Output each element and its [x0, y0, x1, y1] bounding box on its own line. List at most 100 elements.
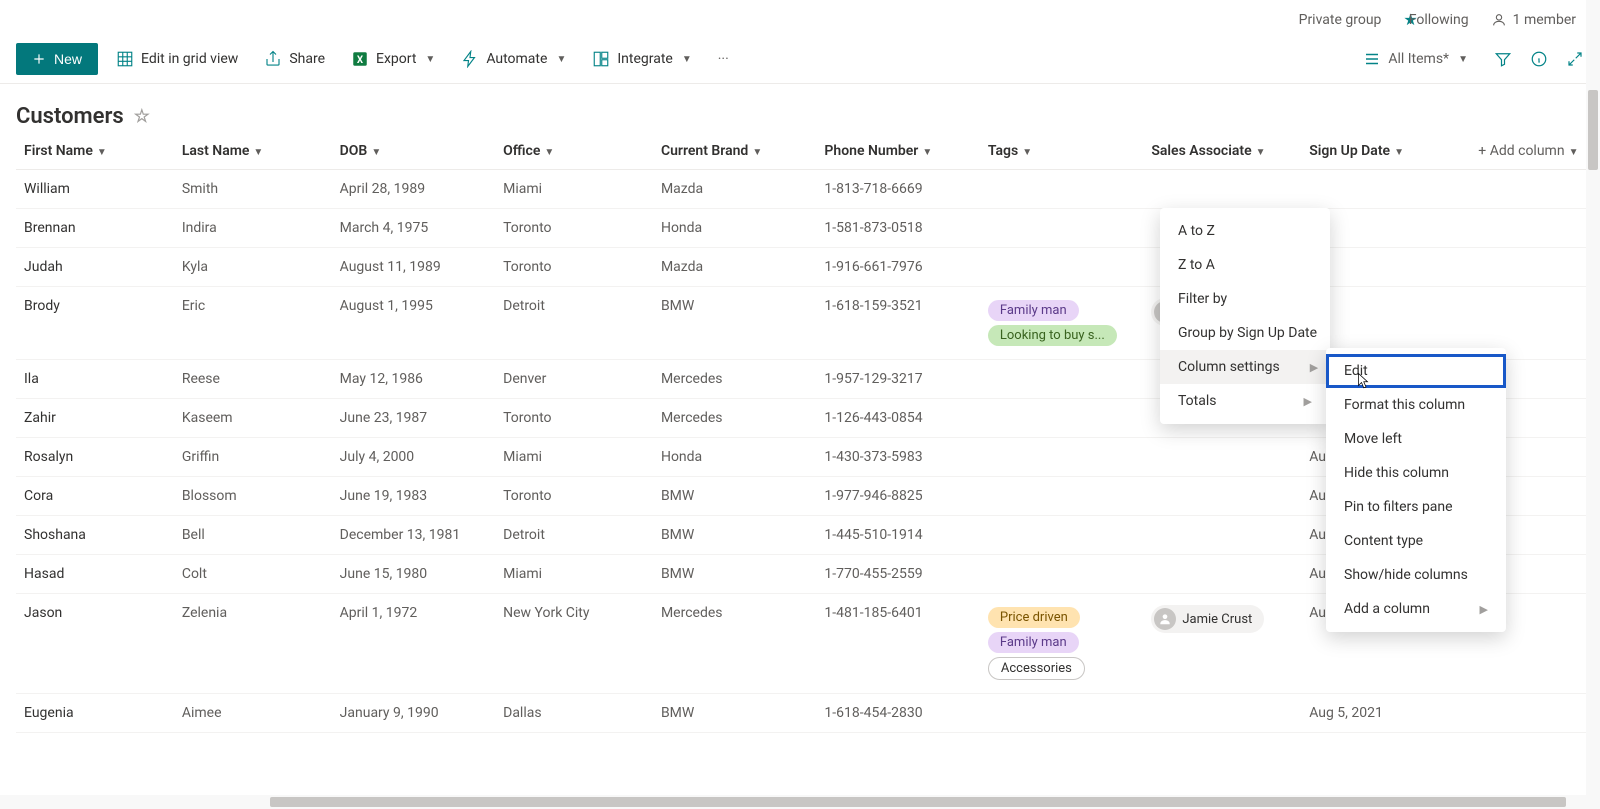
cell-sales-associate [1143, 694, 1301, 733]
cell-first-name: Zahir [16, 399, 174, 438]
chevron-right-icon: ▶ [1310, 361, 1318, 374]
tag-pill: Looking to buy s... [988, 325, 1117, 346]
col-sales-assoc[interactable]: Sales Associate▼ [1143, 133, 1301, 170]
cell-brand: Mercedes [653, 360, 816, 399]
col-last-name[interactable]: Last Name▼ [174, 133, 332, 170]
cell-tags [980, 477, 1143, 516]
menu-z-to-a[interactable]: Z to A [1160, 248, 1330, 282]
cell-last-name: Kaseem [174, 399, 332, 438]
chevron-down-icon: ▼ [1394, 147, 1404, 158]
cell-last-name: Eric [174, 287, 332, 360]
horizontal-scrollbar[interactable] [0, 795, 1586, 809]
cell-empty [1470, 694, 1600, 733]
cell-last-name: Griffin [174, 438, 332, 477]
cell-tags: Family man Looking to buy s... [980, 287, 1143, 360]
overflow-button[interactable]: ··· [710, 45, 737, 73]
submenu-edit[interactable]: Edit [1326, 354, 1506, 388]
integrate-button[interactable]: Integrate ▼ [584, 44, 699, 74]
col-first-name[interactable]: First Name▼ [16, 133, 174, 170]
submenu-format[interactable]: Format this column [1326, 388, 1506, 422]
cell-first-name: Judah [16, 248, 174, 287]
col-dob[interactable]: DOB▼ [332, 133, 495, 170]
chevron-down-icon: ▼ [752, 147, 762, 158]
menu-totals[interactable]: Totals▶ [1160, 384, 1330, 418]
export-label: Export [376, 51, 416, 67]
cell-empty [1470, 209, 1600, 248]
col-phone[interactable]: Phone Number▼ [816, 133, 979, 170]
menu-group-by[interactable]: Group by Sign Up Date [1160, 316, 1330, 350]
col-signup[interactable]: Sign Up Date▼ [1301, 133, 1470, 170]
members-button[interactable]: 1 member [1491, 12, 1576, 28]
cell-office: Toronto [495, 399, 653, 438]
info-icon[interactable] [1530, 50, 1548, 68]
cell-last-name: Indira [174, 209, 332, 248]
menu-filter-by[interactable]: Filter by [1160, 282, 1330, 316]
col-tags[interactable]: Tags▼ [980, 133, 1143, 170]
cell-last-name: Zelenia [174, 594, 332, 694]
cell-office: Denver [495, 360, 653, 399]
submenu-move-left[interactable]: Move left [1326, 422, 1506, 456]
submenu-show-hide[interactable]: Show/hide columns [1326, 558, 1506, 592]
cell-sales-associate [1143, 477, 1301, 516]
expand-icon[interactable] [1566, 50, 1584, 68]
cell-brand: BMW [653, 516, 816, 555]
cell-sales-associate [1143, 516, 1301, 555]
submenu-add-column[interactable]: Add a column▶ [1326, 592, 1506, 626]
automate-icon [461, 50, 479, 68]
cell-last-name: Kyla [174, 248, 332, 287]
following-button[interactable]: ★ Following [1403, 10, 1468, 29]
cell-brand: Honda [653, 438, 816, 477]
chevron-down-icon: ▼ [544, 147, 554, 158]
cell-phone: 1-977-946-8825 [816, 477, 979, 516]
filter-icon[interactable] [1494, 50, 1512, 68]
edit-grid-label: Edit in grid view [141, 51, 238, 67]
cell-office: Miami [495, 170, 653, 209]
table-row[interactable]: BrennanIndiraMarch 4, 1975TorontoHonda1-… [16, 209, 1600, 248]
table-row[interactable]: WilliamSmithApril 28, 1989MiamiMazda1-81… [16, 170, 1600, 209]
automate-button[interactable]: Automate ▼ [453, 44, 574, 74]
share-button[interactable]: Share [256, 44, 333, 74]
cell-phone: 1-770-455-2559 [816, 555, 979, 594]
col-brand[interactable]: Current Brand▼ [653, 133, 816, 170]
export-button[interactable]: X Export ▼ [343, 44, 443, 74]
vertical-scrollbar[interactable] [1586, 0, 1600, 809]
chevron-down-icon: ▼ [1569, 147, 1579, 158]
new-button[interactable]: New [16, 43, 98, 75]
cell-last-name: Colt [174, 555, 332, 594]
menu-column-settings-label: Column settings [1178, 359, 1280, 375]
chevron-down-icon: ▼ [1022, 147, 1032, 158]
chevron-down-icon: ▼ [922, 147, 932, 158]
cell-office: Dallas [495, 694, 653, 733]
integrate-icon [592, 50, 610, 68]
chevron-right-icon: ▶ [1304, 395, 1312, 408]
add-column-button[interactable]: + Add column▼ [1470, 133, 1600, 170]
menu-group-by-label: Group by Sign Up Date [1178, 325, 1317, 341]
cell-last-name: Aimee [174, 694, 332, 733]
menu-column-settings[interactable]: Column settings ▶ [1160, 350, 1330, 384]
col-office[interactable]: Office▼ [495, 133, 653, 170]
submenu-hide[interactable]: Hide this column [1326, 456, 1506, 490]
submenu-pin[interactable]: Pin to filters pane [1326, 490, 1506, 524]
cell-tags [980, 694, 1143, 733]
table-row[interactable]: EugeniaAimeeJanuary 9, 1990DallasBMW1-61… [16, 694, 1600, 733]
cell-first-name: Ila [16, 360, 174, 399]
tag-pill: Family man [988, 300, 1079, 321]
menu-a-to-z[interactable]: A to Z [1160, 214, 1330, 248]
submenu-hide-label: Hide this column [1344, 465, 1449, 481]
cell-first-name: William [16, 170, 174, 209]
edit-grid-button[interactable]: Edit in grid view [108, 44, 246, 74]
cell-brand: Mazda [653, 248, 816, 287]
more-icon: ··· [718, 51, 729, 67]
cell-tags [980, 555, 1143, 594]
view-selector[interactable]: All Items* ▼ [1355, 44, 1476, 74]
scrollbar-thumb[interactable] [270, 797, 1566, 807]
scrollbar-thumb[interactable] [1588, 90, 1598, 170]
submenu-edit-label: Edit [1344, 363, 1368, 379]
submenu-content-type[interactable]: Content type [1326, 524, 1506, 558]
favorite-star-icon[interactable]: ☆ [134, 106, 150, 127]
cell-sales-associate [1143, 555, 1301, 594]
cell-phone: 1-126-443-0854 [816, 399, 979, 438]
table-row[interactable]: JudahKylaAugust 11, 1989TorontoMazda1-91… [16, 248, 1600, 287]
page-title: Customers [16, 104, 124, 129]
chevron-down-icon: ▼ [253, 147, 263, 158]
